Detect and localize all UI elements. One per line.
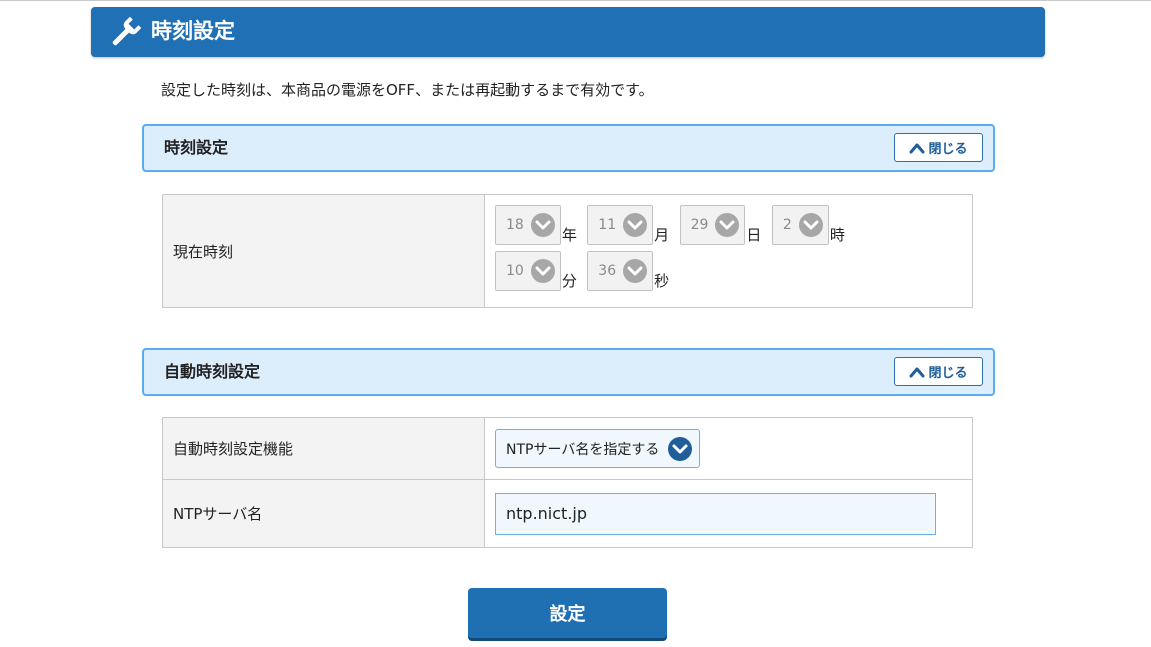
second-value: 36 [598, 263, 617, 279]
month-value: 11 [598, 217, 617, 233]
chevron-down-icon [530, 213, 555, 237]
time-table: 現在時刻 18 年 11 月 29 日 2 時 10 分 36 秒 [162, 194, 973, 308]
minute-value: 10 [506, 263, 524, 279]
second-select[interactable]: 36 [587, 251, 654, 291]
day-value: 29 [690, 217, 709, 233]
month-select[interactable]: 11 [587, 205, 654, 245]
ntp-server-input[interactable] [495, 492, 936, 535]
page-header: 時刻設定 [91, 7, 1045, 57]
top-divider [0, 0, 1151, 1]
current-time-label: 現在時刻 [162, 194, 485, 308]
chevron-up-icon [909, 367, 925, 377]
time-section-header: 時刻設定 閉じる [142, 124, 995, 172]
second-unit: 36 秒 [587, 251, 669, 291]
hour-unit: 2 時 [771, 205, 845, 245]
chevron-down-icon [715, 213, 740, 237]
auto-function-row: 自動時刻設定機能 NTPサーバ名を指定する [162, 417, 973, 480]
time-selects: 18 年 11 月 29 日 2 時 10 分 36 秒 [495, 195, 935, 307]
wrench-icon [112, 16, 142, 46]
year-select[interactable]: 18 [495, 205, 561, 245]
auto-time-section-header: 自動時刻設定 閉じる [142, 348, 995, 396]
time-section-close-button[interactable]: 閉じる [894, 133, 983, 162]
month-unit: 11 月 [587, 205, 669, 245]
close-label: 閉じる [928, 366, 968, 381]
month-suffix: 月 [654, 226, 670, 244]
auto-time-section-close-button[interactable]: 閉じる [894, 357, 983, 386]
chevron-up-icon [909, 143, 925, 153]
minute-select[interactable]: 10 [495, 251, 561, 291]
current-time-row: 現在時刻 18 年 11 月 29 日 2 時 10 分 36 秒 [162, 194, 973, 308]
auto-function-label: 自動時刻設定機能 [162, 417, 485, 480]
year-unit: 18 年 [495, 205, 577, 245]
minute-unit: 10 分 [495, 251, 577, 291]
time-section-title: 時刻設定 [164, 138, 229, 157]
chevron-down-icon [530, 259, 555, 283]
chevron-down-icon [668, 436, 693, 461]
ntp-server-row: NTPサーバ名 [162, 479, 973, 548]
day-unit: 29 日 [679, 205, 762, 245]
ntp-server-label: NTPサーバ名 [162, 479, 485, 548]
chevron-down-icon [623, 213, 648, 237]
auto-function-value: NTPサーバ名を指定する [484, 417, 973, 480]
second-suffix: 秒 [654, 272, 670, 290]
auto-function-selected: NTPサーバ名を指定する [506, 441, 660, 458]
submit-button[interactable]: 設定 [468, 588, 667, 638]
hour-suffix: 時 [829, 226, 845, 244]
page-description: 設定した時刻は、本商品の電源をOFF、または再起動するまで有効です。 [161, 81, 654, 99]
auto-time-section-title: 自動時刻設定 [164, 362, 261, 381]
year-suffix: 年 [561, 226, 577, 244]
day-select[interactable]: 29 [679, 205, 746, 245]
minute-suffix: 分 [561, 272, 577, 290]
auto-function-select[interactable]: NTPサーバ名を指定する [495, 429, 701, 468]
hour-select[interactable]: 2 [771, 205, 829, 245]
close-label: 閉じる [928, 142, 968, 157]
hour-value: 2 [782, 217, 792, 233]
page-title: 時刻設定 [151, 19, 235, 43]
auto-time-table: 自動時刻設定機能 NTPサーバ名を指定する NTPサーバ名 [162, 417, 973, 548]
year-value: 18 [506, 217, 524, 233]
day-suffix: 日 [746, 226, 762, 244]
ntp-server-value [484, 479, 973, 548]
chevron-down-icon [623, 259, 648, 283]
current-time-value: 18 年 11 月 29 日 2 時 10 分 36 秒 [484, 194, 973, 308]
chevron-down-icon [798, 213, 823, 237]
